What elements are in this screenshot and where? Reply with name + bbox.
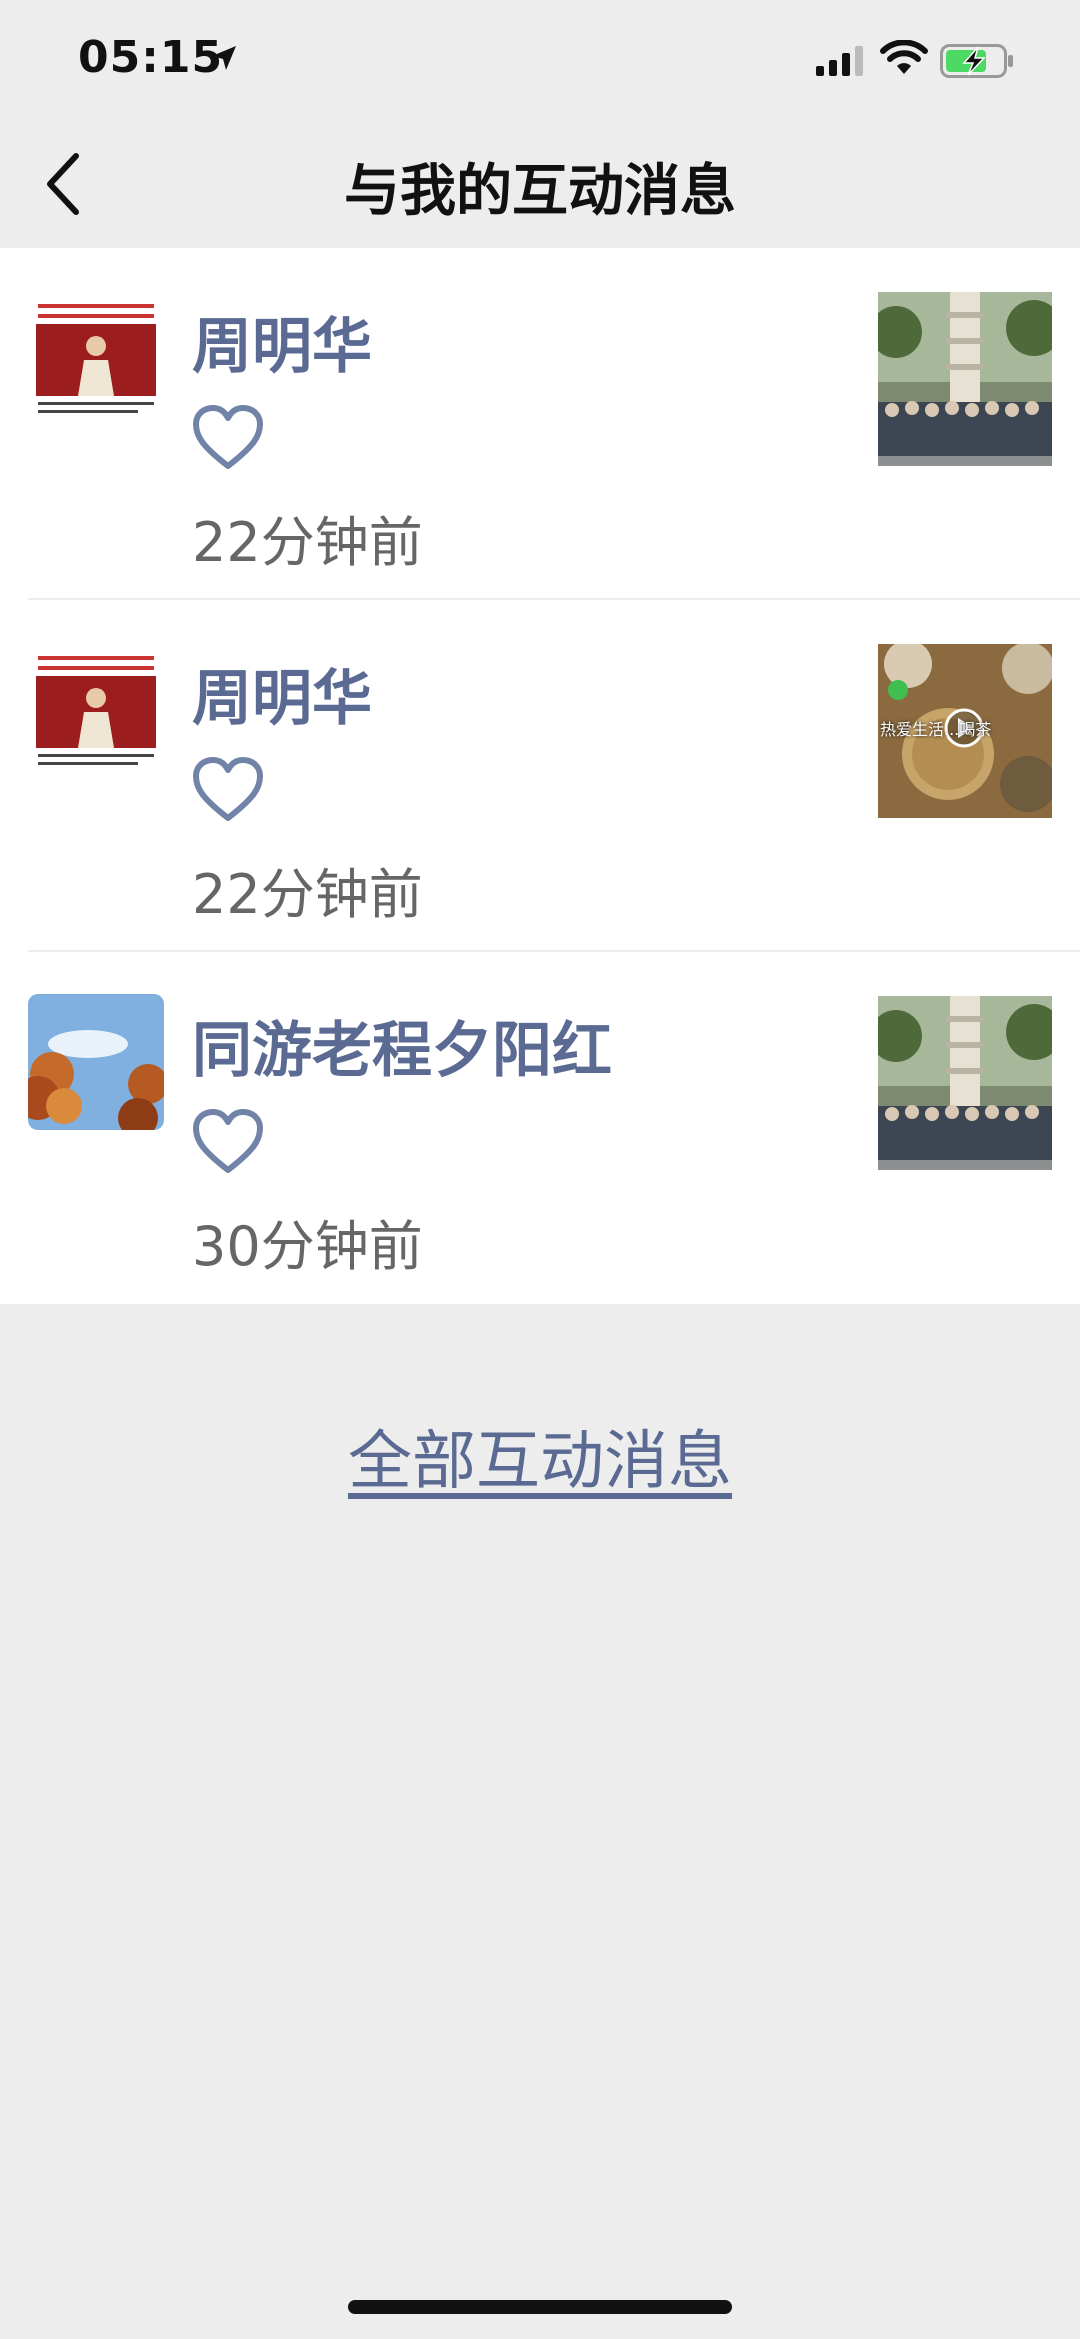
nav-bar: 与我的互动消息	[0, 120, 1080, 248]
message-item[interactable]: 周明华 22分钟前	[0, 248, 1080, 600]
message-item[interactable]: 同游老程夕阳红 30分钟前	[0, 952, 1080, 1304]
username[interactable]: 周明华	[192, 650, 372, 737]
username[interactable]: 同游老程夕阳红	[192, 1002, 612, 1089]
status-bar: 05:15	[0, 0, 1080, 120]
post-thumbnail[interactable]	[878, 996, 1052, 1170]
message-item[interactable]: 周明华 22分钟前 热爱生活...喝茶	[0, 600, 1080, 952]
avatar[interactable]	[28, 290, 164, 426]
timestamp: 22分钟前	[192, 511, 423, 574]
post-thumbnail[interactable]	[878, 292, 1052, 466]
thumbnail-caption: 热爱生活...喝茶	[880, 720, 992, 739]
wifi-icon	[880, 40, 928, 74]
location-arrow-icon	[212, 46, 236, 70]
avatar[interactable]	[28, 642, 164, 778]
battery-charging-icon	[940, 44, 1013, 78]
message-list: 周明华 22分钟前 周明华 22分钟前 热爱生活...喝茶 同游老程夕阳红 30…	[0, 248, 1080, 1304]
avatar[interactable]	[28, 994, 164, 1130]
signal-icon	[816, 46, 863, 76]
all-interactions-link[interactable]: 全部互动消息	[0, 1410, 1080, 1502]
heart-outline-icon	[193, 405, 263, 469]
heart-outline-icon	[193, 757, 263, 821]
page-title: 与我的互动消息	[344, 159, 736, 224]
timestamp: 22分钟前	[192, 863, 423, 926]
username[interactable]: 周明华	[192, 298, 372, 385]
video-thumbnail[interactable]: 热爱生活...喝茶	[878, 644, 1052, 818]
heart-outline-icon	[193, 1109, 263, 1173]
home-indicator	[348, 2300, 732, 2314]
status-time: 05:15	[78, 32, 224, 83]
timestamp: 30分钟前	[192, 1215, 423, 1278]
